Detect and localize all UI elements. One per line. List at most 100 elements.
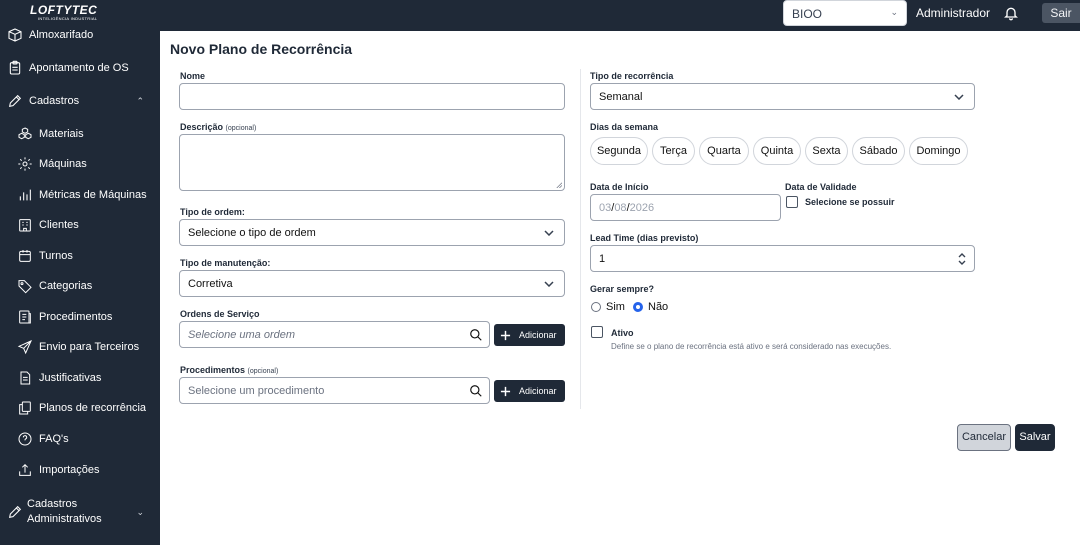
resize-grip-icon[interactable] [555, 181, 562, 188]
procedimentos-label-text: Procedimentos [180, 365, 246, 375]
pencil-icon [8, 94, 22, 108]
sidebar-item-turnos[interactable]: Turnos [0, 244, 160, 268]
sidebar-item-importacoes[interactable]: Importações [0, 458, 160, 482]
top-bar: LOFTYTEC INTELIGÊNCIA INDUSTRIAL BIOO ⌄ … [0, 0, 1080, 31]
sidebar-item-almoxarifado[interactable]: Almoxarifado [0, 23, 160, 47]
sidebar-admin-line2: Administrativos [27, 513, 102, 525]
lead-time-input[interactable]: 1 [590, 245, 975, 272]
sidebar-item-maquinas[interactable]: Máquinas [0, 152, 160, 176]
data-validade-checkbox[interactable] [786, 196, 798, 208]
sidebar-item-metricas[interactable]: Métricas de Máquinas [0, 183, 160, 207]
stepper-icon[interactable] [958, 253, 966, 265]
procedimentos-search-input[interactable]: Selecione um procedimento [179, 377, 490, 404]
sidebar-item-label: Métricas de Máquinas [39, 189, 147, 201]
save-button[interactable]: Salvar [1015, 424, 1055, 451]
search-icon[interactable] [469, 384, 483, 398]
sidebar-item-label: Envio para Terceiros [39, 341, 140, 353]
sidebar-item-cadastros-admin[interactable]: Cadastros Administrativos ⌄ [0, 497, 160, 527]
sidebar-item-label: Cadastros Administrativos [27, 497, 102, 527]
add-ordem-button[interactable]: Adicionar [494, 324, 565, 346]
radio-sim-label: Sim [606, 301, 625, 313]
ordens-search-input[interactable]: Selecione uma ordem [179, 321, 490, 348]
company-select[interactable]: BIOO ⌄ [783, 0, 907, 26]
tipo-manutencao-value: Corretiva [188, 277, 233, 290]
sidebar-item-label: Apontamento de OS [29, 62, 129, 74]
cancel-button[interactable]: Cancelar [957, 424, 1011, 451]
day-pill-segunda[interactable]: Segunda [590, 137, 648, 165]
search-icon[interactable] [469, 328, 483, 342]
procedimentos-placeholder: Selecione um procedimento [188, 384, 325, 397]
sidebar-item-clientes[interactable]: Clientes [0, 213, 160, 237]
descricao-label: Descrição (opcional) [180, 122, 256, 132]
day-pill-terca[interactable]: Terça [652, 137, 695, 165]
chevron-down-icon [954, 93, 964, 100]
sidebar-item-cadastros[interactable]: Cadastros ⌃ [0, 89, 160, 113]
day-pill-quinta[interactable]: Quinta [753, 137, 801, 165]
building-icon [19, 219, 31, 232]
logout-button[interactable]: Sair [1042, 3, 1080, 23]
ordens-placeholder: Selecione uma ordem [188, 328, 296, 341]
data-inicio-label: Data de Início [590, 182, 649, 192]
day-pill-domingo[interactable]: Domingo [909, 137, 968, 165]
tipo-ordem-label: Tipo de ordem: [180, 207, 245, 217]
day-pill-sexta[interactable]: Sexta [805, 137, 848, 165]
data-inicio-input[interactable]: 03/08/2026 [590, 194, 781, 221]
gear-icon [18, 157, 32, 171]
nome-input[interactable] [179, 83, 565, 110]
logo-subtext: INTELIGÊNCIA INDUSTRIAL [38, 16, 98, 21]
plus-icon [500, 386, 511, 396]
add-procedimento-button[interactable]: Adicionar [494, 380, 565, 402]
tipo-recorrencia-value: Semanal [599, 90, 643, 103]
date-month: 08 [614, 201, 627, 214]
day-pill-quarta[interactable]: Quarta [699, 137, 749, 165]
ordens-label: Ordens de Serviço [180, 309, 260, 319]
procedimentos-label: Procedimentos (opcional) [180, 365, 278, 375]
sidebar-item-label: Clientes [39, 219, 79, 231]
tipo-manutencao-select[interactable]: Corretiva [179, 270, 565, 297]
bell-icon[interactable] [1003, 4, 1019, 22]
sidebar-item-planos[interactable]: Planos de recorrência [0, 396, 160, 420]
descricao-textarea[interactable] [179, 134, 565, 191]
sidebar-item-justificativas[interactable]: Justificativas [0, 366, 160, 390]
radio-nao[interactable] [633, 302, 643, 312]
tipo-manutencao-label: Tipo de manutenção: [180, 258, 271, 268]
question-icon [18, 432, 32, 446]
sidebar-item-procedimentos[interactable]: Procedimentos [0, 305, 160, 329]
chevron-down-icon: ⌄ [890, 7, 898, 17]
day-pill-sabado[interactable]: Sábado [852, 137, 905, 165]
ativo-hint: Define se o plano de recorrência está at… [611, 342, 892, 351]
tipo-ordem-select[interactable]: Selecione o tipo de ordem [179, 219, 565, 246]
list-icon [19, 310, 31, 324]
tipo-recorrencia-select[interactable]: Semanal [590, 83, 975, 110]
sidebar-item-label: Turnos [39, 250, 73, 262]
data-validade-check-label: Selecione se possuir [805, 197, 895, 207]
chevron-down-icon: ⌄ [136, 506, 144, 517]
ativo-checkbox[interactable] [591, 326, 603, 338]
radio-nao-label: Não [648, 301, 669, 313]
lead-time-value: 1 [599, 252, 606, 265]
sidebar-item-materiais[interactable]: Materiais [0, 122, 160, 146]
optional-tag: (opcional) [225, 125, 257, 132]
upload-icon [19, 463, 31, 476]
gerar-label: Gerar sempre? [590, 284, 655, 294]
sidebar-item-categorias[interactable]: Categorias [0, 274, 160, 298]
tipo-ordem-value: Selecione o tipo de ordem [188, 226, 316, 239]
sidebar-item-apontamento[interactable]: Apontamento de OS [0, 56, 160, 80]
logo[interactable]: LOFTYTEC INTELIGÊNCIA INDUSTRIAL [30, 3, 108, 21]
sidebar-item-label: Procedimentos [39, 311, 113, 323]
sidebar-item-faq[interactable]: FAQ's [0, 427, 160, 451]
radio-sim[interactable] [591, 302, 601, 312]
sidebar-item-label: FAQ's [39, 433, 69, 445]
chevron-up-icon: ⌃ [136, 95, 144, 106]
tipo-recorrencia-label: Tipo de recorrência [590, 71, 674, 81]
ativo-label: Ativo [611, 328, 634, 338]
company-select-value: BIOO [792, 7, 823, 21]
sidebar-item-envio[interactable]: Envio para Terceiros [0, 335, 160, 359]
tag-icon [18, 280, 32, 294]
nome-label: Nome [180, 71, 206, 81]
column-divider [580, 69, 581, 409]
chevron-down-icon [544, 280, 554, 287]
user-name[interactable]: Administrador [916, 6, 990, 20]
sidebar-item-label: Categorias [39, 280, 93, 292]
plus-icon [500, 330, 511, 340]
